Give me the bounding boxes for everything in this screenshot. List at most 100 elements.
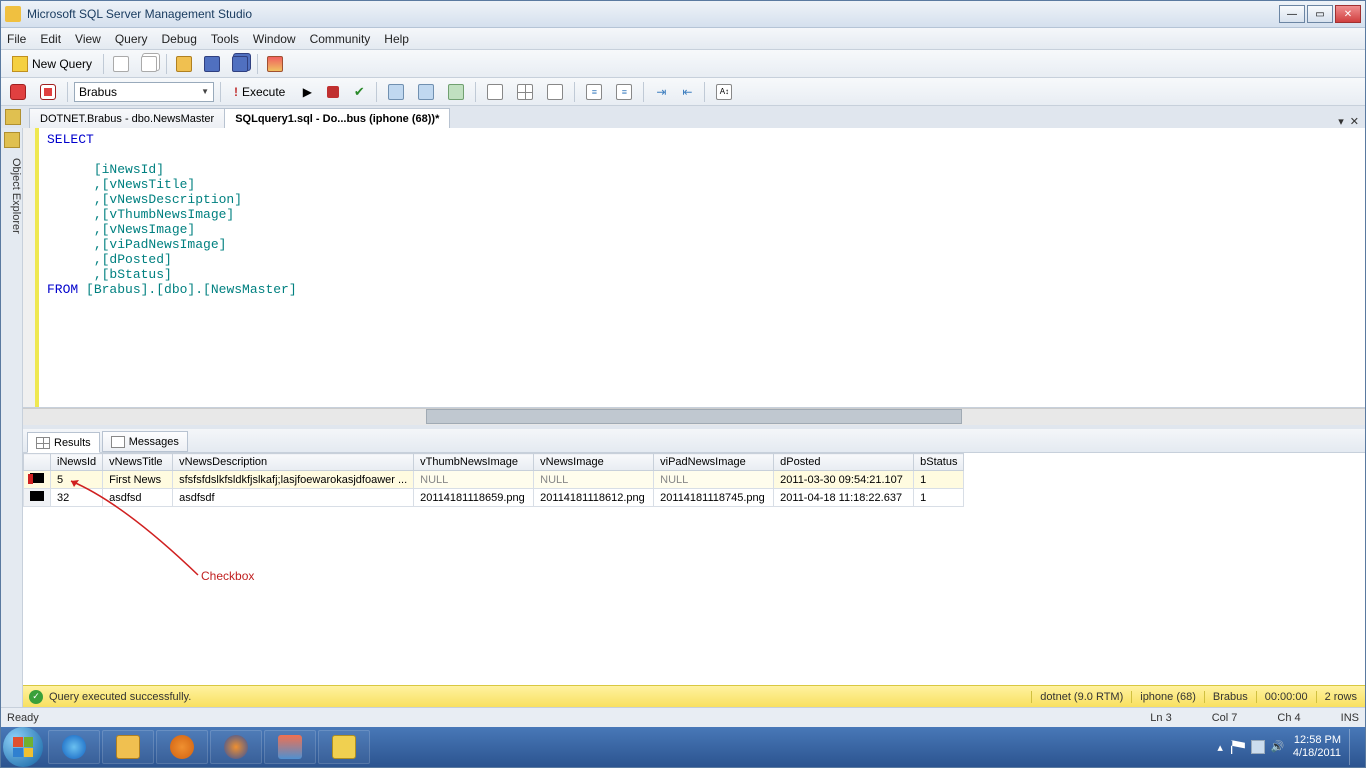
status-rows: 2 rows	[1316, 691, 1365, 703]
taskbar-mediaplayer[interactable]	[156, 730, 208, 764]
new-query-button[interactable]: New Query	[5, 53, 99, 75]
object-explorer-tab[interactable]: Object Explorer	[1, 128, 23, 707]
menu-debug[interactable]: Debug	[162, 32, 197, 46]
tray-expand-icon[interactable]: ▴	[1217, 741, 1223, 754]
menu-community[interactable]: Community	[310, 32, 371, 46]
tab-messages[interactable]: Messages	[102, 431, 188, 452]
close-button[interactable]: ✕	[1335, 5, 1361, 23]
display-plan-button[interactable]	[383, 81, 409, 103]
message-icon	[111, 436, 125, 448]
editor-hscrollbar[interactable]	[23, 408, 1365, 425]
include-plan-button[interactable]	[413, 81, 439, 103]
status-line: Ln 3	[1150, 712, 1171, 724]
volume-icon[interactable]: 🔊	[1271, 740, 1285, 754]
col-vnewsdescription[interactable]: vNewsDescription	[173, 454, 414, 471]
specify-values-button[interactable]: A↕	[711, 81, 737, 103]
firefox-icon	[224, 735, 248, 759]
start-button[interactable]	[3, 727, 43, 767]
ssms-icon	[332, 735, 356, 759]
stop-button[interactable]	[322, 81, 344, 103]
col-dposted[interactable]: dPosted	[774, 454, 914, 471]
page-icon	[113, 56, 129, 72]
status-db: Brabus	[1204, 691, 1256, 703]
menu-edit[interactable]: Edit	[40, 32, 61, 46]
maximize-button[interactable]: ▭	[1307, 5, 1333, 23]
toolbar-sql: Brabus▼ !Execute ▶ ✔ ≡ ≡ ⇥ ⇤ A↕	[1, 78, 1365, 106]
col-rowheader[interactable]	[24, 454, 51, 471]
col-vnewsimage[interactable]: vNewsImage	[534, 454, 654, 471]
open-button[interactable]	[171, 53, 197, 75]
menu-help[interactable]: Help	[384, 32, 409, 46]
outdent-button[interactable]: ⇤	[676, 81, 698, 103]
row-selector-icon	[30, 473, 44, 483]
row-selector-icon	[30, 491, 44, 501]
table-row[interactable]: 5First Newssfsfsfdslkfsldkfjslkafj;lasjf…	[24, 471, 964, 489]
network-icon[interactable]	[1251, 740, 1265, 754]
status-ins: INS	[1341, 712, 1359, 724]
col-inewsid[interactable]: iNewsId	[51, 454, 103, 471]
document-tabstrip: DOTNET.Brabus - dbo.NewsMaster SQLquery1…	[1, 106, 1365, 128]
tab-dropdown-icon[interactable]: ▾	[1338, 115, 1344, 128]
new-query-icon	[12, 56, 28, 72]
include-plan-icon	[418, 84, 434, 100]
status-col: Col 7	[1212, 712, 1238, 724]
tab-sqlquery1[interactable]: SQLquery1.sql - Do...bus (iphone (68))*	[224, 108, 450, 128]
flag-icon[interactable]	[1231, 740, 1245, 754]
app-icon	[5, 6, 21, 22]
parse-button[interactable]: ✔	[348, 81, 370, 103]
show-desktop-button[interactable]	[1349, 729, 1357, 765]
client-stats-button[interactable]	[443, 81, 469, 103]
taskbar-firefox[interactable]	[210, 730, 262, 764]
taskbar-app1[interactable]	[264, 730, 316, 764]
taskbar-ssms[interactable]	[318, 730, 370, 764]
stats-icon	[448, 84, 464, 100]
status-message: Query executed successfully.	[49, 691, 191, 703]
tabstrip-icon[interactable]	[5, 109, 21, 125]
connect-button[interactable]	[5, 81, 31, 103]
annotation-label: Checkbox	[201, 569, 254, 583]
menu-file[interactable]: File	[7, 32, 26, 46]
uncomment-button[interactable]: ≡	[611, 81, 637, 103]
change-connection-button[interactable]	[35, 81, 61, 103]
folder-icon	[116, 735, 140, 759]
check-icon: ✔	[354, 84, 365, 100]
new-item-button[interactable]	[136, 53, 162, 75]
col-bstatus[interactable]: bStatus	[914, 454, 964, 471]
sql-editor[interactable]: SELECT [iNewsId] ,[vNewsTitle] ,[vNewsDe…	[39, 128, 1365, 407]
execute-button[interactable]: !Execute	[227, 81, 292, 103]
results-grid-button[interactable]	[512, 81, 538, 103]
plan-icon	[388, 84, 404, 100]
indent-icon: ⇥	[656, 85, 666, 99]
save-button[interactable]	[199, 53, 225, 75]
toolbar-standard: New Query	[1, 50, 1365, 78]
save-all-button[interactable]	[227, 53, 253, 75]
titlebar: Microsoft SQL Server Management Studio —…	[1, 1, 1365, 28]
tab-newsmaster[interactable]: DOTNET.Brabus - dbo.NewsMaster	[29, 108, 225, 128]
query-statusbar: ✓ Query executed successfully. dotnet (9…	[23, 685, 1365, 707]
menu-window[interactable]: Window	[253, 32, 296, 46]
menu-view[interactable]: View	[75, 32, 101, 46]
menu-tools[interactable]: Tools	[211, 32, 239, 46]
tab-messages-label: Messages	[129, 436, 179, 448]
col-vthumbnewsimage[interactable]: vThumbNewsImage	[414, 454, 534, 471]
taskbar-ie[interactable]	[48, 730, 100, 764]
indent-button[interactable]: ⇥	[650, 81, 672, 103]
taskbar-explorer[interactable]	[102, 730, 154, 764]
results-grid[interactable]: iNewsId vNewsTitle vNewsDescription vThu…	[23, 453, 964, 507]
tab-close-icon[interactable]: ✕	[1350, 115, 1359, 128]
results-file-button[interactable]	[542, 81, 568, 103]
debug-button[interactable]: ▶	[296, 81, 318, 103]
results-text-button[interactable]	[482, 81, 508, 103]
tab-results[interactable]: Results	[27, 432, 100, 453]
tray-clock[interactable]: 12:58 PM 4/18/2011	[1293, 734, 1341, 760]
new-project-button[interactable]	[108, 53, 134, 75]
activity-button[interactable]	[262, 53, 288, 75]
col-vnewstitle[interactable]: vNewsTitle	[103, 454, 173, 471]
table-row[interactable]: 32asdfsdasdfsdf 20114181118659.png201141…	[24, 489, 964, 507]
windows-logo-icon	[13, 737, 33, 757]
comment-button[interactable]: ≡	[581, 81, 607, 103]
menu-query[interactable]: Query	[115, 32, 148, 46]
minimize-button[interactable]: —	[1279, 5, 1305, 23]
database-combo[interactable]: Brabus▼	[74, 82, 214, 102]
col-vipadnewsimage[interactable]: viPadNewsImage	[654, 454, 774, 471]
